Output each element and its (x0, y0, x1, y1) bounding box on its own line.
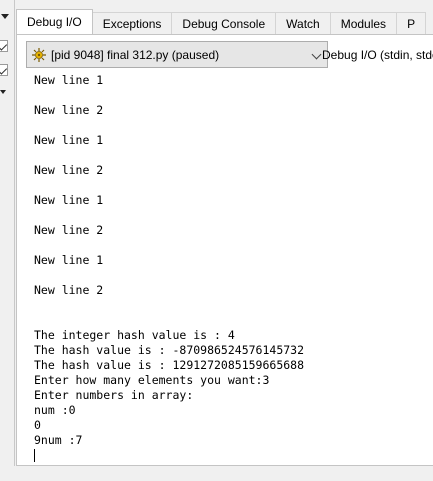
console-line: New line 2 (34, 163, 104, 177)
process-select-value: [pid 9048] final 312.py (paused) (51, 47, 220, 62)
tab-overflow[interactable]: P (396, 12, 427, 34)
console-line: The integer hash value is : 4 (34, 328, 235, 342)
expand-arrow-icon[interactable] (0, 90, 6, 94)
console-line: New line 2 (34, 103, 104, 117)
splitter[interactable] (14, 0, 15, 466)
console-line: New line 1 (34, 193, 104, 207)
dropdown-arrow-icon[interactable] (1, 14, 9, 19)
text-caret (34, 449, 35, 462)
chevron-down-icon[interactable] (311, 49, 322, 60)
console-line: New line 2 (34, 283, 104, 297)
io-stream-label: Debug I/O (stdin, stdo (322, 48, 433, 62)
console-output[interactable]: New line 1 New line 2 New line 1 New line 2… (34, 73, 433, 463)
process-select[interactable]: [pid 9048] final 312.py (paused) (26, 41, 328, 68)
debug-bug-icon (32, 47, 46, 62)
debug-io-window: Debug I/O Exceptions Debug Console Watch… (0, 0, 433, 481)
debug-io-panel: [pid 9048] final 312.py (paused) Debug I… (16, 34, 433, 466)
console-line: 9num :7 (34, 433, 83, 447)
tab-watch[interactable]: Watch (275, 12, 331, 34)
tab-debug-io[interactable]: Debug I/O (16, 9, 93, 34)
console-line: New line 2 (34, 223, 104, 237)
console-line: Enter how many elements you want:3 (34, 373, 270, 387)
tab-debug-console[interactable]: Debug Console (171, 12, 277, 34)
console-line: New line 1 (34, 73, 104, 87)
tab-modules[interactable]: Modules (329, 12, 398, 34)
console-line: 0 (34, 418, 41, 432)
console-line: The hash value is : 1291272085159665688 (34, 358, 305, 372)
console-line: The hash value is : -870986524576145732 (34, 343, 305, 357)
console-line: num :0 (34, 403, 76, 417)
input-caret-line[interactable] (34, 448, 433, 463)
tab-exceptions[interactable]: Exceptions (91, 12, 173, 34)
left-gutter (0, 0, 14, 481)
console-line: New line 1 (34, 133, 104, 147)
checkbox-checked[interactable] (0, 40, 8, 52)
tab-strip: Debug I/O Exceptions Debug Console Watch… (16, 9, 433, 34)
console-line: New line 1 (34, 253, 104, 267)
checkbox-checked[interactable] (0, 64, 8, 76)
console-line: Enter numbers in array: (34, 388, 194, 402)
